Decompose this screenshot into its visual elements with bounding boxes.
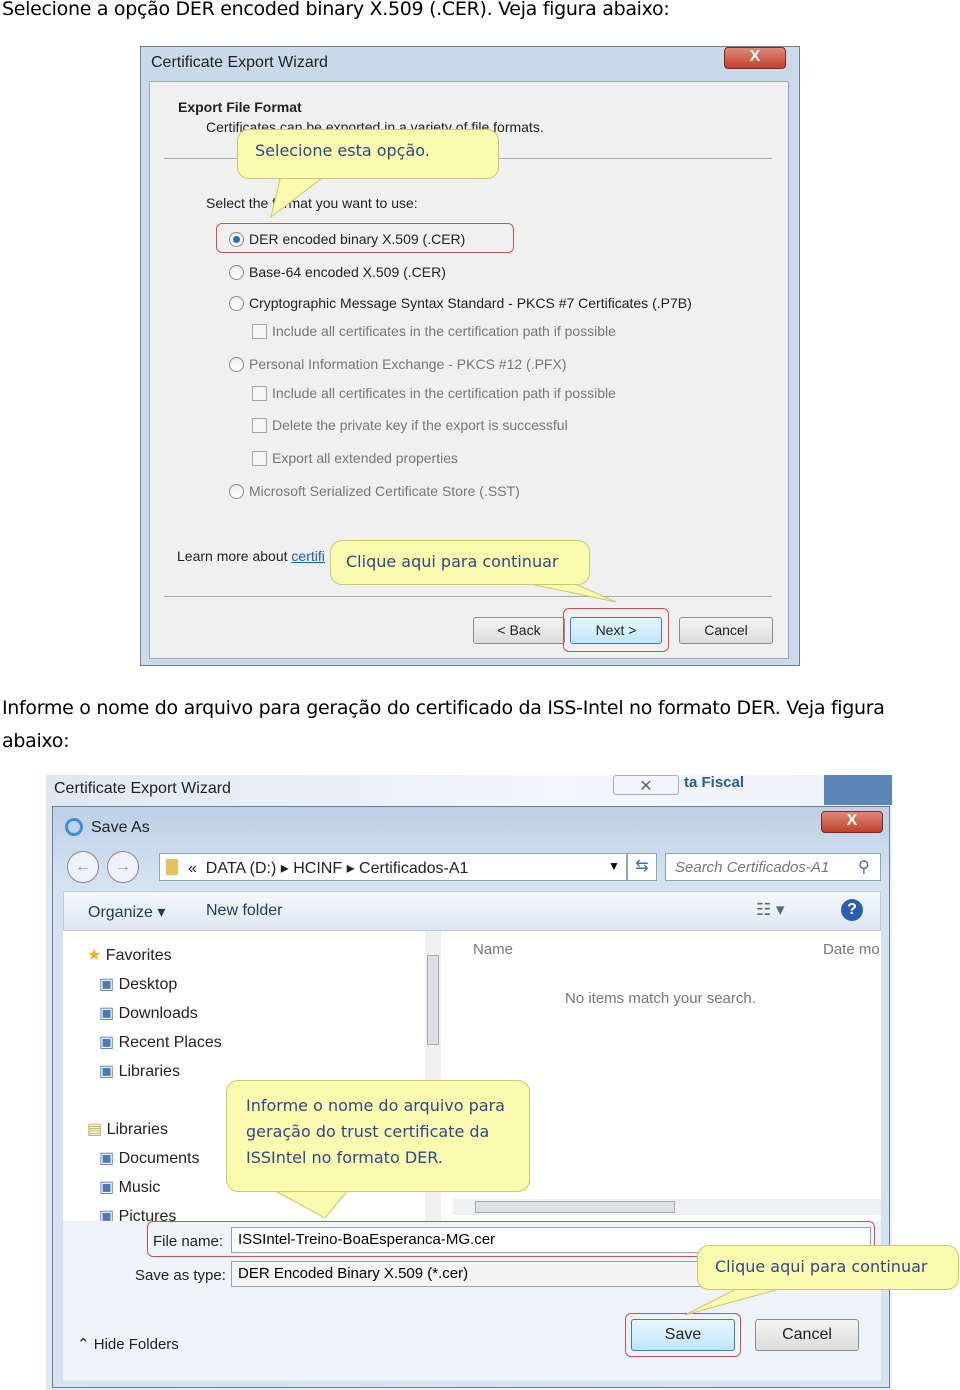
callout-filename: Informe o nome do arquivo para geração d… [226,1080,530,1192]
callout-continue-2: Clique aqui para continuar [697,1245,959,1290]
